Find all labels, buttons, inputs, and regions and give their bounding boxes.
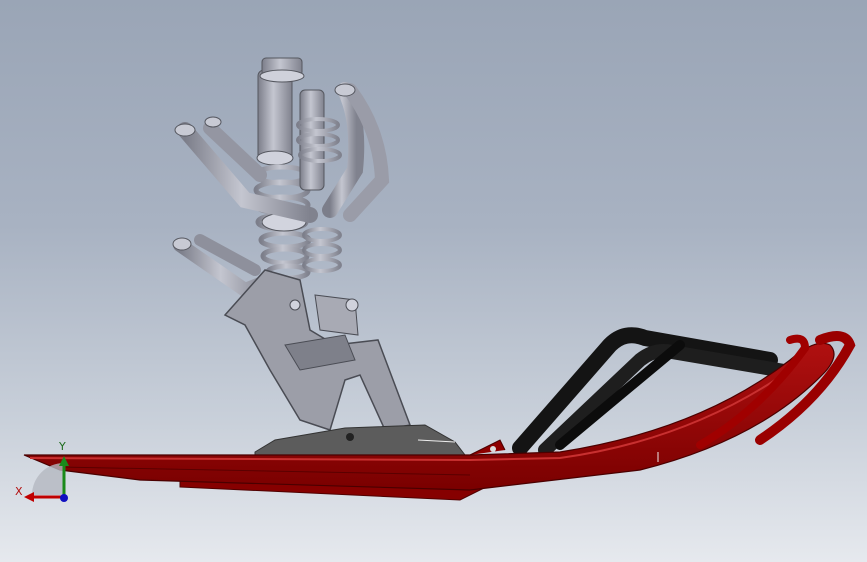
ski-saddle (254, 424, 467, 456)
x-axis-label: X (15, 485, 23, 498)
ski-suspension-model[interactable] (0, 0, 867, 562)
graphics-viewport[interactable]: Y X (0, 0, 867, 562)
shock-absorber-assembly (253, 57, 342, 281)
z-axis-dot (60, 494, 68, 502)
x-axis-arrowhead (24, 492, 34, 502)
spindle-bracket (223, 269, 412, 431)
y-axis-label: Y (59, 440, 66, 453)
